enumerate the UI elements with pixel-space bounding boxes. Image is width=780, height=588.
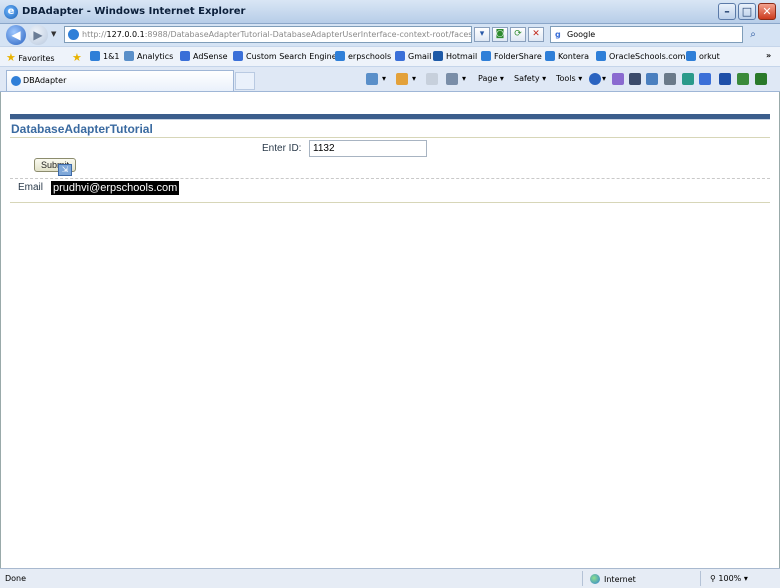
page-icon — [686, 51, 696, 61]
globe-icon — [590, 574, 600, 584]
tools-menu[interactable]: Tools ▾ — [556, 74, 582, 83]
minimize-button[interactable]: – — [718, 3, 736, 20]
drag-cursor-icon: ⇲ — [58, 164, 72, 176]
url-path: :8988/DatabaseAdapterTutorial-DatabaseAd… — [144, 30, 472, 39]
status-separator — [582, 571, 583, 586]
hotmail-icon — [433, 51, 443, 61]
print-dropdown-icon[interactable]: ▾ — [462, 74, 466, 83]
messenger-icon[interactable] — [629, 73, 641, 85]
feeds-dropdown-icon[interactable]: ▾ — [412, 74, 416, 83]
security-zone[interactable]: Internet — [590, 574, 636, 584]
extension-icon[interactable] — [682, 73, 694, 85]
page-icon — [90, 51, 100, 61]
compatibility-view-icon[interactable]: ◙ — [492, 27, 508, 42]
favorites-button[interactable]: ★ Favorites — [6, 51, 55, 64]
addon-icon[interactable] — [699, 73, 711, 85]
page-content: DatabaseAdapterTutorial Enter ID: 1132 S… — [0, 92, 780, 568]
bottom-divider — [10, 202, 770, 203]
history-dropdown-icon[interactable]: ▼ — [51, 30, 56, 38]
print-preview-icon[interactable] — [664, 73, 676, 85]
star-icon: ★ — [6, 51, 16, 64]
fav-item[interactable]: 1&1 — [90, 51, 119, 61]
ie-logo-icon: e — [4, 5, 18, 19]
email-label: Email — [18, 182, 44, 193]
page-icon — [596, 51, 606, 61]
page-icon — [124, 51, 134, 61]
address-input[interactable]: http://127.0.0.1:8988/DatabaseAdapterTut… — [64, 26, 472, 43]
close-button[interactable]: ✕ — [758, 3, 776, 20]
feeds-icon[interactable] — [396, 73, 408, 85]
new-tab-button[interactable] — [235, 72, 255, 90]
page-icon — [545, 51, 555, 61]
fav-item[interactable]: Hotmail — [433, 51, 477, 61]
status-text: Done — [5, 574, 27, 583]
fav-item[interactable]: Gmail — [395, 51, 431, 61]
google-icon — [395, 51, 405, 61]
fav-item[interactable]: Custom Search Engine — [233, 51, 337, 61]
fav-item[interactable]: OracleSchools.com — [596, 51, 685, 61]
email-value[interactable]: prudhvi@erpschools.com — [51, 181, 180, 195]
status-bar: Done Internet ⚲ 100% ▾ — [0, 568, 780, 588]
fav-item[interactable]: FolderShare — [481, 51, 542, 61]
page-title: DatabaseAdapterTutorial — [11, 122, 153, 136]
title-bar: e DBAdapter - Windows Internet Explorer … — [0, 0, 780, 24]
fav-item[interactable]: Kontera — [545, 51, 589, 61]
page-icon — [335, 51, 345, 61]
page-icon — [481, 51, 491, 61]
url-prefix: http:// — [82, 30, 107, 39]
title-divider — [10, 137, 770, 138]
url-host: 127.0.0.1 — [106, 30, 145, 39]
google-icon — [180, 51, 190, 61]
refresh-icon[interactable]: ⟳ — [510, 27, 526, 42]
page-icon — [68, 29, 79, 40]
research-icon[interactable] — [612, 73, 624, 85]
addon-green-icon[interactable] — [737, 73, 749, 85]
tab-bar: DBAdapter ▾ ▾ ▾ Page ▾ Safety ▾ Tools ▾ … — [0, 67, 780, 92]
header-divider — [10, 119, 770, 120]
help-icon[interactable] — [589, 73, 601, 85]
favorites-bar: ★ Favorites ★ 1&1 Analytics AdSense Cust… — [0, 46, 780, 67]
bluetooth-icon[interactable] — [719, 73, 731, 85]
zoom-level[interactable]: ⚲ 100% ▾ — [710, 574, 748, 583]
google-icon — [233, 51, 243, 61]
mail-icon[interactable] — [426, 73, 438, 85]
print-icon[interactable] — [446, 73, 458, 85]
window-title: DBAdapter - Windows Internet Explorer — [22, 6, 246, 17]
notes-icon[interactable] — [646, 73, 658, 85]
home-icon[interactable] — [366, 73, 378, 85]
address-toolbar: ◀ ▶ ▼ http://127.0.0.1:8988/DatabaseAdap… — [0, 24, 780, 46]
back-button[interactable]: ◀ — [6, 25, 26, 45]
address-dropdown-button[interactable]: ▾ — [474, 27, 490, 42]
forward-button[interactable]: ▶ — [28, 25, 48, 45]
stop-icon[interactable]: ✕ — [528, 27, 544, 42]
page-icon — [11, 76, 21, 86]
fav-item[interactable]: erpschools — [335, 51, 391, 61]
enter-id-label: Enter ID: — [262, 143, 302, 154]
fav-item[interactable]: orkut — [686, 51, 720, 61]
search-input[interactable]: g Google — [550, 26, 743, 43]
more-favorites-button[interactable]: » — [766, 51, 771, 60]
enter-id-input[interactable]: 1132 — [309, 140, 427, 157]
fav-item[interactable]: AdSense — [180, 51, 228, 61]
status-separator — [700, 571, 701, 586]
zoom-icon: ⚲ — [710, 574, 716, 583]
safety-menu[interactable]: Safety ▾ — [514, 74, 546, 83]
form-divider — [10, 178, 770, 179]
page-menu[interactable]: Page ▾ — [478, 74, 504, 83]
tab-dbadapter[interactable]: DBAdapter — [6, 70, 234, 91]
fav-item[interactable]: Analytics — [124, 51, 173, 61]
addon-dark-icon[interactable] — [755, 73, 767, 85]
home-dropdown-icon[interactable]: ▾ — [382, 74, 386, 83]
google-icon: g — [555, 30, 561, 39]
help-dropdown-icon[interactable]: ▾ — [602, 74, 606, 83]
search-icon[interactable]: ⌕ — [745, 26, 761, 43]
maximize-button[interactable]: □ — [738, 3, 756, 20]
add-favorite-icon[interactable]: ★ — [72, 51, 82, 64]
